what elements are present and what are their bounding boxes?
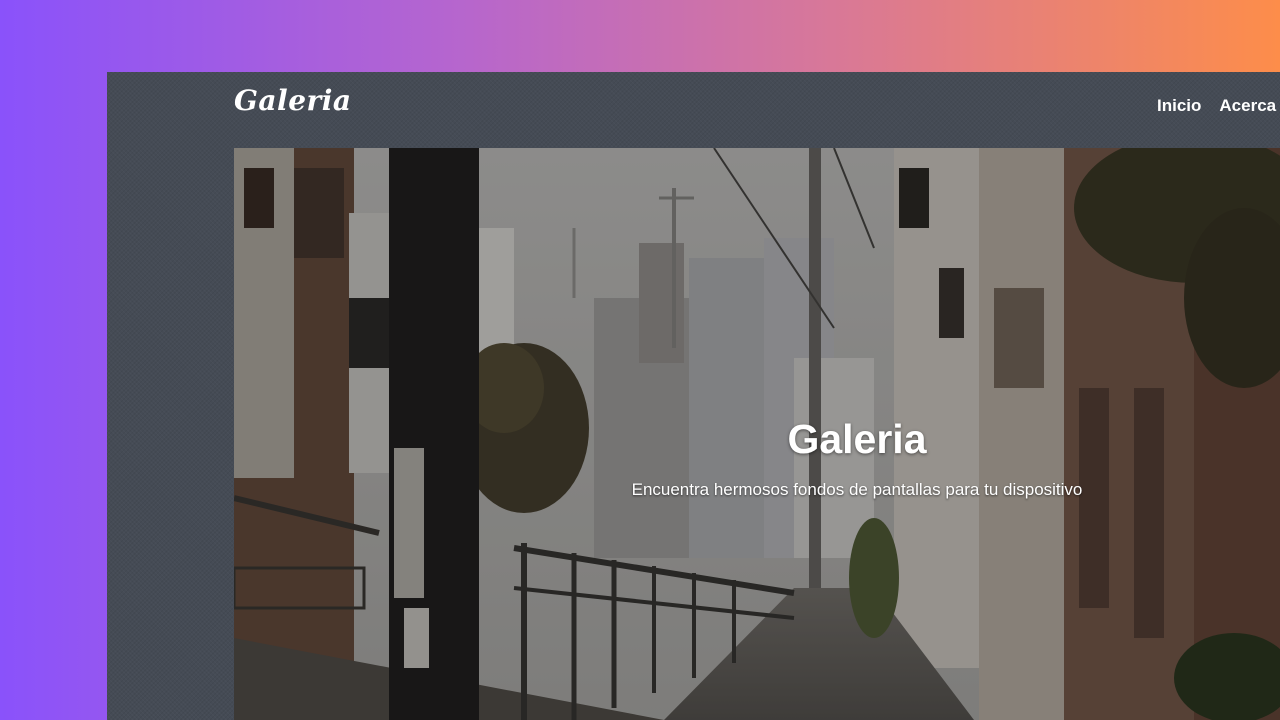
hero-title: Galeria: [787, 416, 927, 462]
nav-link-acerca[interactable]: Acerca de: [1219, 96, 1280, 116]
browser-viewport: Galeria Inicio Acerca de: [107, 72, 1280, 720]
hero-subtitle: Encuentra hermosos fondos de pantallas p…: [631, 480, 1083, 499]
nav-links: Inicio Acerca de: [1157, 96, 1280, 116]
nav-link-inicio[interactable]: Inicio: [1157, 96, 1201, 116]
navbar: Galeria Inicio Acerca de: [107, 72, 1280, 148]
brand-logo[interactable]: Galeria: [234, 84, 352, 117]
hero-banner: Galeria Encuentra hermosos fondos de pan…: [234, 148, 1280, 720]
